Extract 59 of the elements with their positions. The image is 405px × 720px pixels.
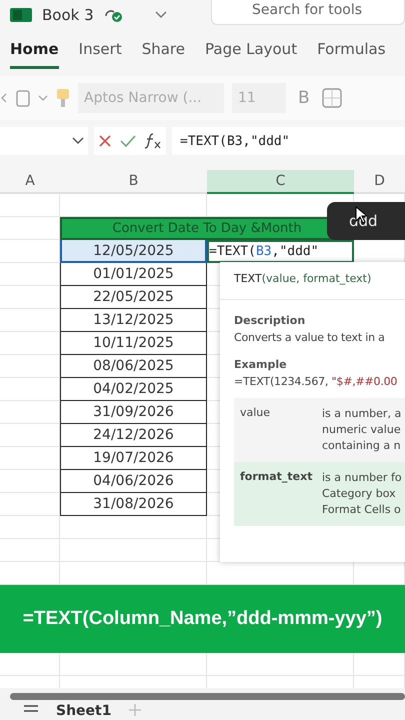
example-text: =TEXT(1234.567, "$#,##0.00: [233, 375, 398, 388]
grid-cell[interactable]: [207, 653, 354, 676]
column-header[interactable]: B: [60, 170, 207, 194]
formula-field[interactable]: =TEXT(B3,"ddd": [172, 127, 405, 155]
grid-cell[interactable]: [0, 653, 60, 676]
function-signature: TEXT(value, format_text): [220, 262, 405, 300]
function-icon: [144, 133, 162, 149]
menu-icon: [24, 704, 38, 714]
column-header[interactable]: D: [354, 170, 405, 194]
argument-name: format_text: [239, 470, 314, 485]
section-heading: Example: [233, 357, 288, 373]
cancel-icon: [98, 134, 112, 148]
table-cell: 31/08/2026: [60, 493, 207, 516]
table-cell: 13/12/2025: [60, 309, 207, 332]
name-box[interactable]: [0, 127, 88, 155]
chevron-left-icon: [0, 91, 8, 105]
ribbon-tab[interactable]: Insert: [78, 32, 122, 68]
clipboard-icon: [16, 89, 30, 107]
grid-cell[interactable]: [60, 653, 207, 676]
table-cell: 12/05/2025: [60, 240, 207, 263]
ribbon-tab[interactable]: Home: [10, 32, 59, 68]
spreadsheet-app-icon: [10, 8, 32, 22]
table-cell: 19/07/2026: [60, 447, 207, 470]
table-cell: 08/06/2025: [60, 355, 207, 378]
argument-description: is a number fo Category box Format Cells o: [322, 470, 403, 518]
column-header[interactable]: A: [0, 170, 60, 194]
table-cell: 24/12/2026: [60, 424, 207, 447]
table-cell: 31/09/2026: [60, 401, 207, 424]
borders-icon: [322, 88, 342, 108]
add-icon: [129, 704, 142, 716]
argument-description: is a number, a numeric value containing a n: [322, 406, 402, 454]
section-heading: Description: [233, 313, 306, 329]
ribbon-tab[interactable]: Formulas: [317, 32, 386, 68]
check-icon: [120, 134, 136, 148]
argument-name: value: [239, 406, 272, 421]
table-cell: 01/01/2025: [60, 263, 207, 286]
ribbon-tab[interactable]: Share: [142, 32, 185, 68]
grid-cell[interactable]: [60, 516, 207, 539]
chevron-down-icon: [154, 10, 168, 20]
table-cell: 04/02/2025: [60, 378, 207, 401]
format-painter-icon: [56, 88, 70, 108]
search-field[interactable]: Search for tools: [211, 0, 405, 25]
grid-cell[interactable]: [354, 653, 405, 676]
scrollbar-thumb[interactable]: [10, 692, 405, 700]
column-header[interactable]: C: [207, 170, 354, 194]
chevron-down-icon: [38, 94, 48, 102]
cloud-sync-icon: [104, 8, 124, 22]
grid-cell[interactable]: [0, 516, 60, 539]
table-cell: 22/05/2025: [60, 286, 207, 309]
formula-caption: =TEXT(Column_Name,”ddd-mmm-yyy”): [0, 585, 405, 653]
grid-cell[interactable]: [60, 539, 207, 562]
sheet-tab[interactable]: Sheet1: [56, 704, 112, 718]
table-cell: 10/11/2025: [60, 332, 207, 355]
description-text: Converts a value to text in a: [233, 331, 386, 344]
ribbon-tab[interactable]: Page Layout: [205, 32, 298, 68]
table-cell: 04/06/2026: [60, 470, 207, 493]
file-name[interactable]: Book 3: [42, 6, 94, 24]
grid-cell[interactable]: [0, 194, 60, 217]
grid-cell[interactable]: [0, 539, 60, 562]
